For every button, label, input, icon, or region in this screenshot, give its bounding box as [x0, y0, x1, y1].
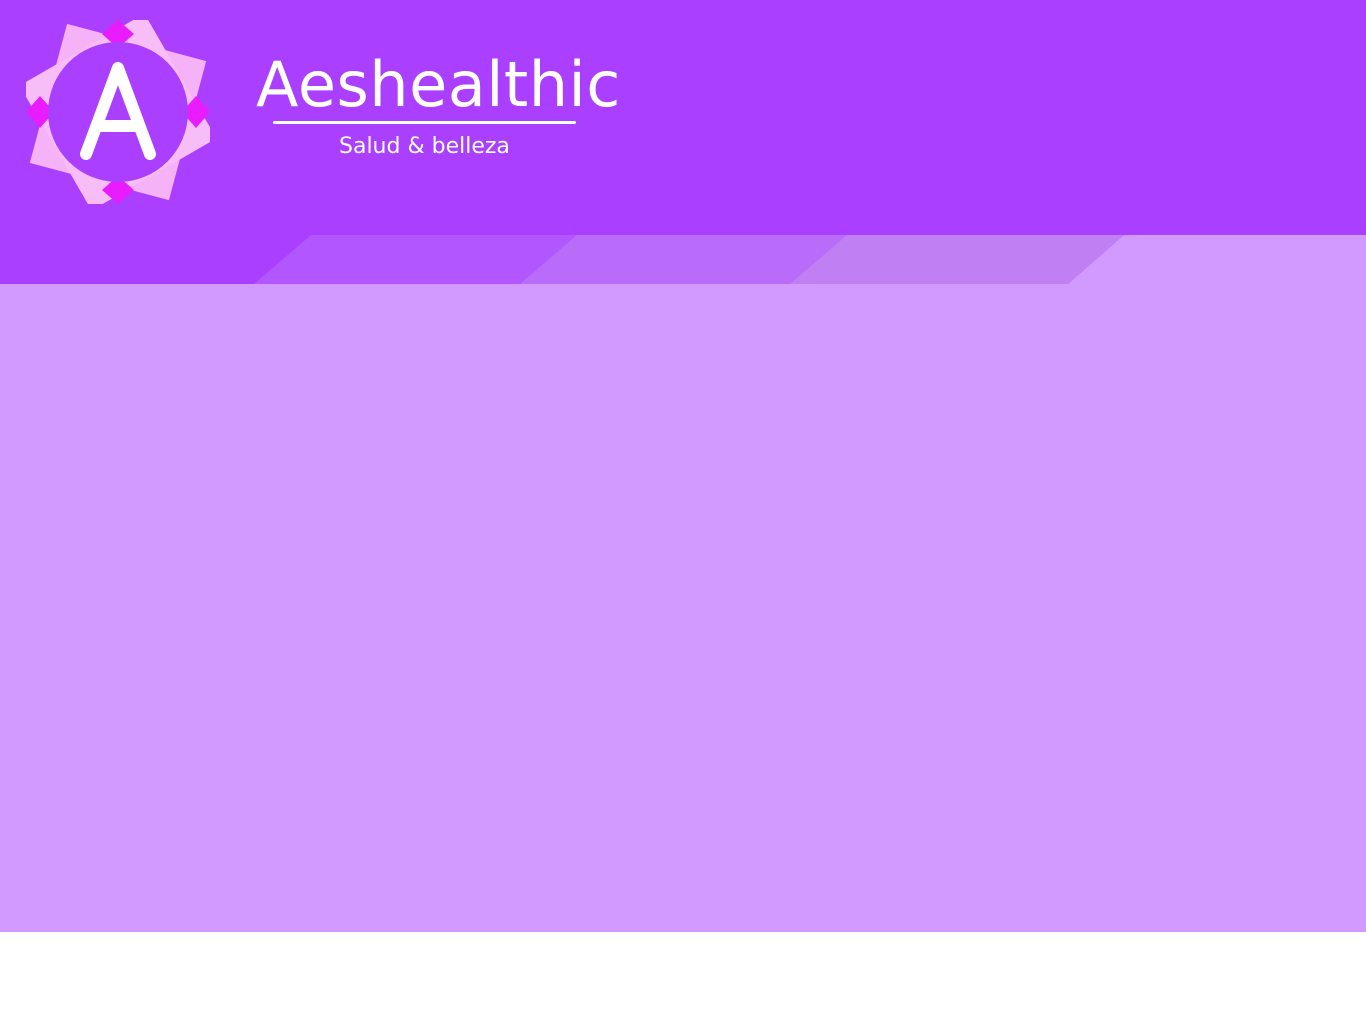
brand-underline: [273, 121, 576, 124]
sunburst-a-logo-icon: [19, 13, 217, 211]
brand-tagline: Salud & belleza: [339, 134, 510, 159]
brand-block[interactable]: Aeshealthic Salud & belleza: [256, 50, 620, 170]
nav-tabs: [254, 235, 1366, 284]
page-footer: [0, 932, 1366, 1024]
main-content: [0, 284, 1366, 932]
page: Aeshealthic Salud & belleza: [0, 0, 1366, 1024]
brand-name: Aeshealthic: [256, 48, 621, 121]
brand-logo[interactable]: [19, 13, 217, 211]
nav-tab-3[interactable]: [790, 235, 1124, 284]
site-header: Aeshealthic Salud & belleza: [0, 0, 1366, 284]
